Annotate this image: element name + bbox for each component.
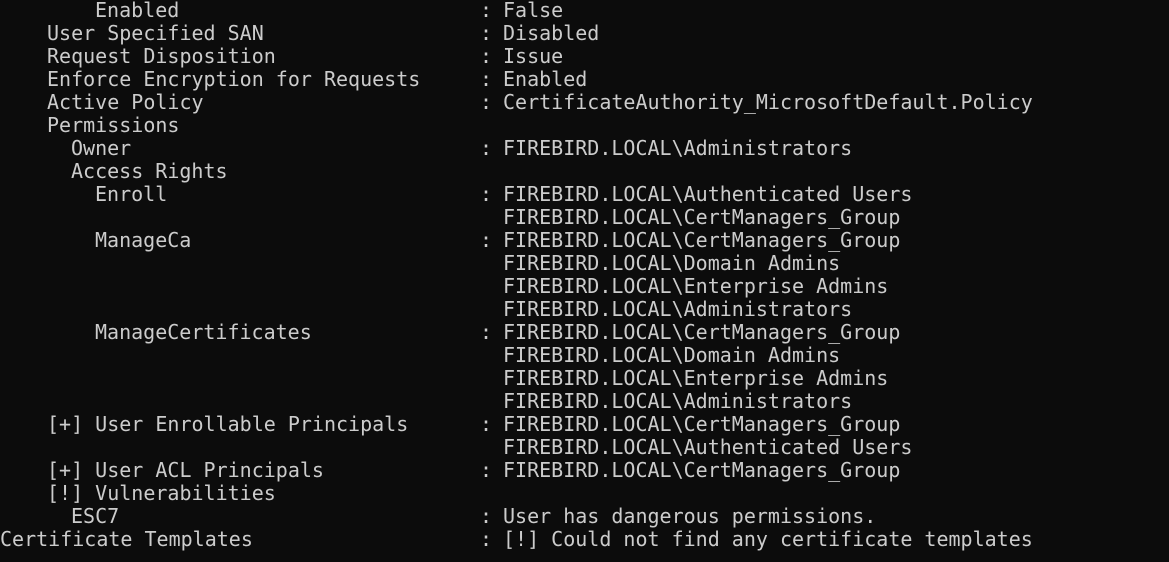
terminal-line: FIREBIRD.LOCAL\CertManagers_Group [0,206,1169,229]
terminal-line: FIREBIRD.LOCAL\Domain Admins [0,252,1169,275]
terminal-line: FIREBIRD.LOCAL\Enterprise Admins [0,367,1169,390]
terminal-line: Owner: FIREBIRD.LOCAL\Administrators [0,137,1169,160]
terminal-line: Enforce Encryption for Requests: Enabled [0,68,1169,91]
field-value: User has dangerous permissions. [503,504,877,528]
terminal-line: ManageCertificates: FIREBIRD.LOCAL\CertMa… [0,321,1169,344]
field-key: Owner [71,136,132,160]
field-key: ESC7 [71,504,120,528]
field-separator: : [480,67,493,91]
field-value: FIREBIRD.LOCAL\Authenticated Users [503,435,913,459]
field-separator: : [480,90,493,114]
field-value: Disabled [503,21,600,45]
field-value: FIREBIRD.LOCAL\Enterprise Admins [503,274,889,298]
field-key: ManageCertificates [95,320,312,344]
field-value: FIREBIRD.LOCAL\CertManagers_Group [503,228,901,252]
field-key: [!] Vulnerabilities [47,481,276,505]
field-key: Request Disposition [47,44,276,68]
terminal-output[interactable]: Enabled: False User Specified SAN: Disabled… [0,0,1169,562]
field-separator: : [480,412,493,436]
field-separator: : [480,228,493,252]
field-value: Enabled [503,67,588,91]
field-value: FIREBIRD.LOCAL\Administrators [503,389,853,413]
field-key: Certificate Templates [0,527,253,551]
terminal-line: FIREBIRD.LOCAL\Domain Admins [0,344,1169,367]
terminal-line: FIREBIRD.LOCAL\Administrators [0,390,1169,413]
field-separator: : [480,320,493,344]
field-key: [+] User ACL Principals [47,458,324,482]
terminal-line: User Specified SAN: Disabled [0,22,1169,45]
field-value: FIREBIRD.LOCAL\Administrators [503,136,853,160]
field-value: FIREBIRD.LOCAL\CertManagers_Group [503,412,901,436]
field-value: False [503,0,564,22]
field-value: FIREBIRD.LOCAL\Administrators [503,297,853,321]
field-value: FIREBIRD.LOCAL\Enterprise Admins [503,366,889,390]
field-key: Permissions [47,113,180,137]
terminal-line: [!] Vulnerabilities [0,482,1169,505]
field-separator: : [480,458,493,482]
field-value: [!] Could not find any certificate templ… [503,527,1033,551]
field-separator: : [480,504,493,528]
terminal-line: Certificate Templates: [!] Could not find… [0,528,1169,551]
field-value: FIREBIRD.LOCAL\CertManagers_Group [503,320,901,344]
field-value: FIREBIRD.LOCAL\Authenticated Users [503,182,913,206]
field-value: Issue [503,44,564,68]
field-separator: : [480,21,493,45]
field-separator: : [480,136,493,160]
terminal-line: Permissions [0,114,1169,137]
terminal-line: Access Rights [0,160,1169,183]
field-separator: : [480,182,493,206]
field-value: CertificateAuthority_MicrosoftDefault.Po… [503,90,1033,114]
terminal-line: FIREBIRD.LOCAL\Enterprise Admins [0,275,1169,298]
terminal-line: [+] User Enrollable Principals: FIREBIRD.… [0,413,1169,436]
field-key: User Specified SAN [47,21,264,45]
field-value: FIREBIRD.LOCAL\Domain Admins [503,343,841,367]
terminal-line: Enroll: FIREBIRD.LOCAL\Authenticated User… [0,183,1169,206]
field-key: Access Rights [71,159,228,183]
field-value: FIREBIRD.LOCAL\CertManagers_Group [503,458,901,482]
field-separator: : [480,0,493,22]
terminal-line: Request Disposition: Issue [0,45,1169,68]
field-separator: : [480,44,493,68]
terminal-line: ESC7: User has dangerous permissions. [0,505,1169,528]
terminal-line: FIREBIRD.LOCAL\Authenticated Users [0,436,1169,459]
field-key: Active Policy [47,90,204,114]
field-key: Enroll [95,182,168,206]
field-value: FIREBIRD.LOCAL\Domain Admins [503,251,841,275]
field-separator: : [480,527,493,551]
terminal-line: ManageCa: FIREBIRD.LOCAL\CertManagers_Gro… [0,229,1169,252]
field-key: ManageCa [95,228,192,252]
field-value: FIREBIRD.LOCAL\CertManagers_Group [503,205,901,229]
terminal-line: Active Policy: CertificateAuthority_Micro… [0,91,1169,114]
terminal-line: [+] User ACL Principals: FIREBIRD.LOCAL\C… [0,459,1169,482]
field-key: Enforce Encryption for Requests [47,67,421,91]
terminal-line: Enabled: False [0,0,1169,22]
terminal-line: FIREBIRD.LOCAL\Administrators [0,298,1169,321]
field-key: [+] User Enrollable Principals [47,412,409,436]
field-key: Enabled [95,0,180,22]
